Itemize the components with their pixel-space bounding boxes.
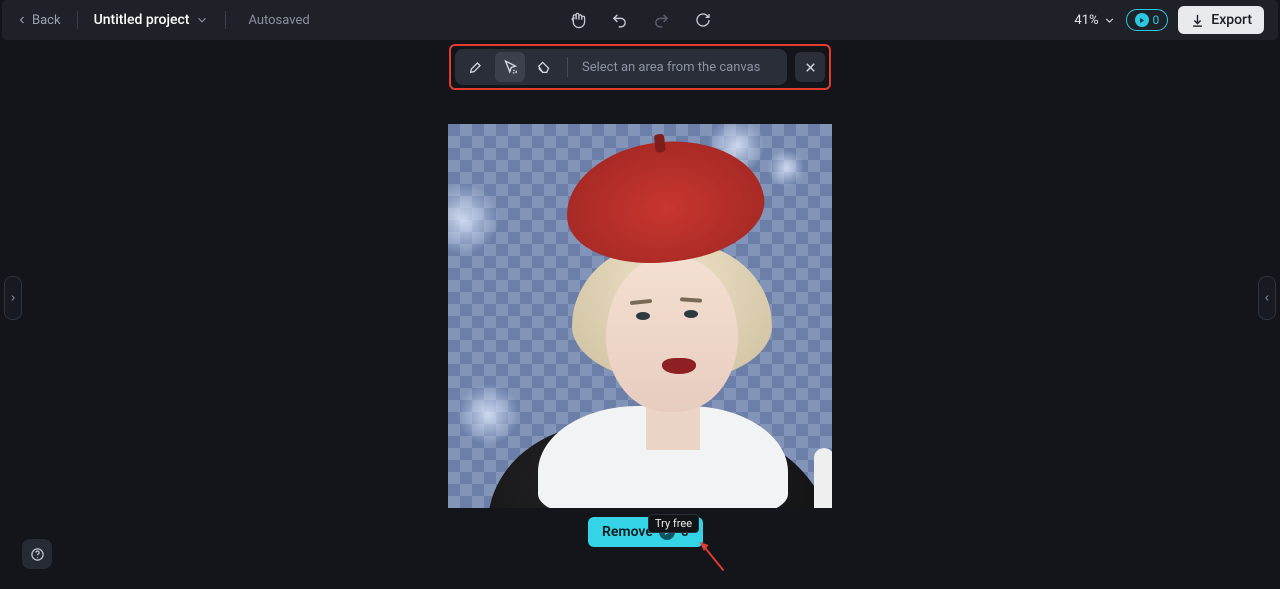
canvas[interactable]: [448, 124, 832, 508]
credits-value: 0: [1153, 13, 1160, 27]
separator: [77, 11, 78, 29]
reset-button[interactable]: [689, 6, 717, 34]
export-label: Export: [1211, 12, 1252, 28]
close-icon: [803, 60, 818, 75]
help-button[interactable]: [22, 539, 52, 569]
credits-icon: [1135, 13, 1149, 27]
brush-icon: [468, 59, 484, 75]
project-name: Untitled project: [94, 12, 190, 28]
eraser-icon: [536, 59, 552, 75]
close-toolbar-button[interactable]: [795, 52, 825, 82]
topbar-center: [563, 6, 717, 34]
project-name-dropdown[interactable]: Untitled project: [94, 12, 210, 28]
topbar-left: Back Untitled project Autosaved: [16, 11, 310, 29]
redo-button: [647, 6, 675, 34]
cursor-select-icon: [502, 59, 519, 76]
selection-hint: Select an area from the canvas: [582, 60, 781, 75]
chevron-right-icon: [8, 293, 18, 303]
back-button[interactable]: Back: [16, 13, 61, 28]
separator: [567, 57, 568, 77]
back-label: Back: [32, 13, 61, 28]
zoom-value: 41%: [1074, 13, 1098, 28]
selection-toolbar-highlight: Select an area from the canvas: [449, 44, 831, 90]
chevron-left-icon: [16, 14, 28, 26]
credits-pill[interactable]: 0: [1126, 9, 1169, 31]
eraser-tool[interactable]: [529, 52, 559, 82]
left-panel-toggle[interactable]: [4, 276, 22, 320]
remove-label: Remove: [602, 524, 653, 540]
undo-button[interactable]: [605, 6, 633, 34]
chevron-down-icon: [195, 13, 209, 27]
help-icon: [30, 547, 45, 562]
export-button[interactable]: Export: [1178, 6, 1264, 34]
pan-tool[interactable]: [563, 6, 591, 34]
autosave-status: Autosaved: [248, 13, 309, 28]
right-panel-toggle[interactable]: [1258, 276, 1276, 320]
redo-icon: [653, 12, 670, 29]
subject-image: [448, 124, 832, 508]
topbar-right: 41% 0 Export: [1074, 6, 1264, 34]
selection-toolbar: Select an area from the canvas: [455, 49, 787, 85]
top-bar: Back Untitled project Autosaved 41%: [2, 0, 1278, 40]
select-tool[interactable]: [495, 52, 525, 82]
separator: [225, 11, 226, 29]
undo-icon: [611, 12, 628, 29]
chevron-down-icon: [1103, 14, 1116, 27]
refresh-icon: [695, 12, 711, 28]
brush-tool[interactable]: [461, 52, 491, 82]
try-free-badge: Try free: [648, 514, 699, 533]
hand-icon: [569, 12, 586, 29]
zoom-dropdown[interactable]: 41%: [1074, 13, 1115, 28]
download-icon: [1190, 13, 1205, 28]
chevron-left-icon: [1262, 293, 1272, 303]
annotation-arrow: [698, 540, 728, 574]
